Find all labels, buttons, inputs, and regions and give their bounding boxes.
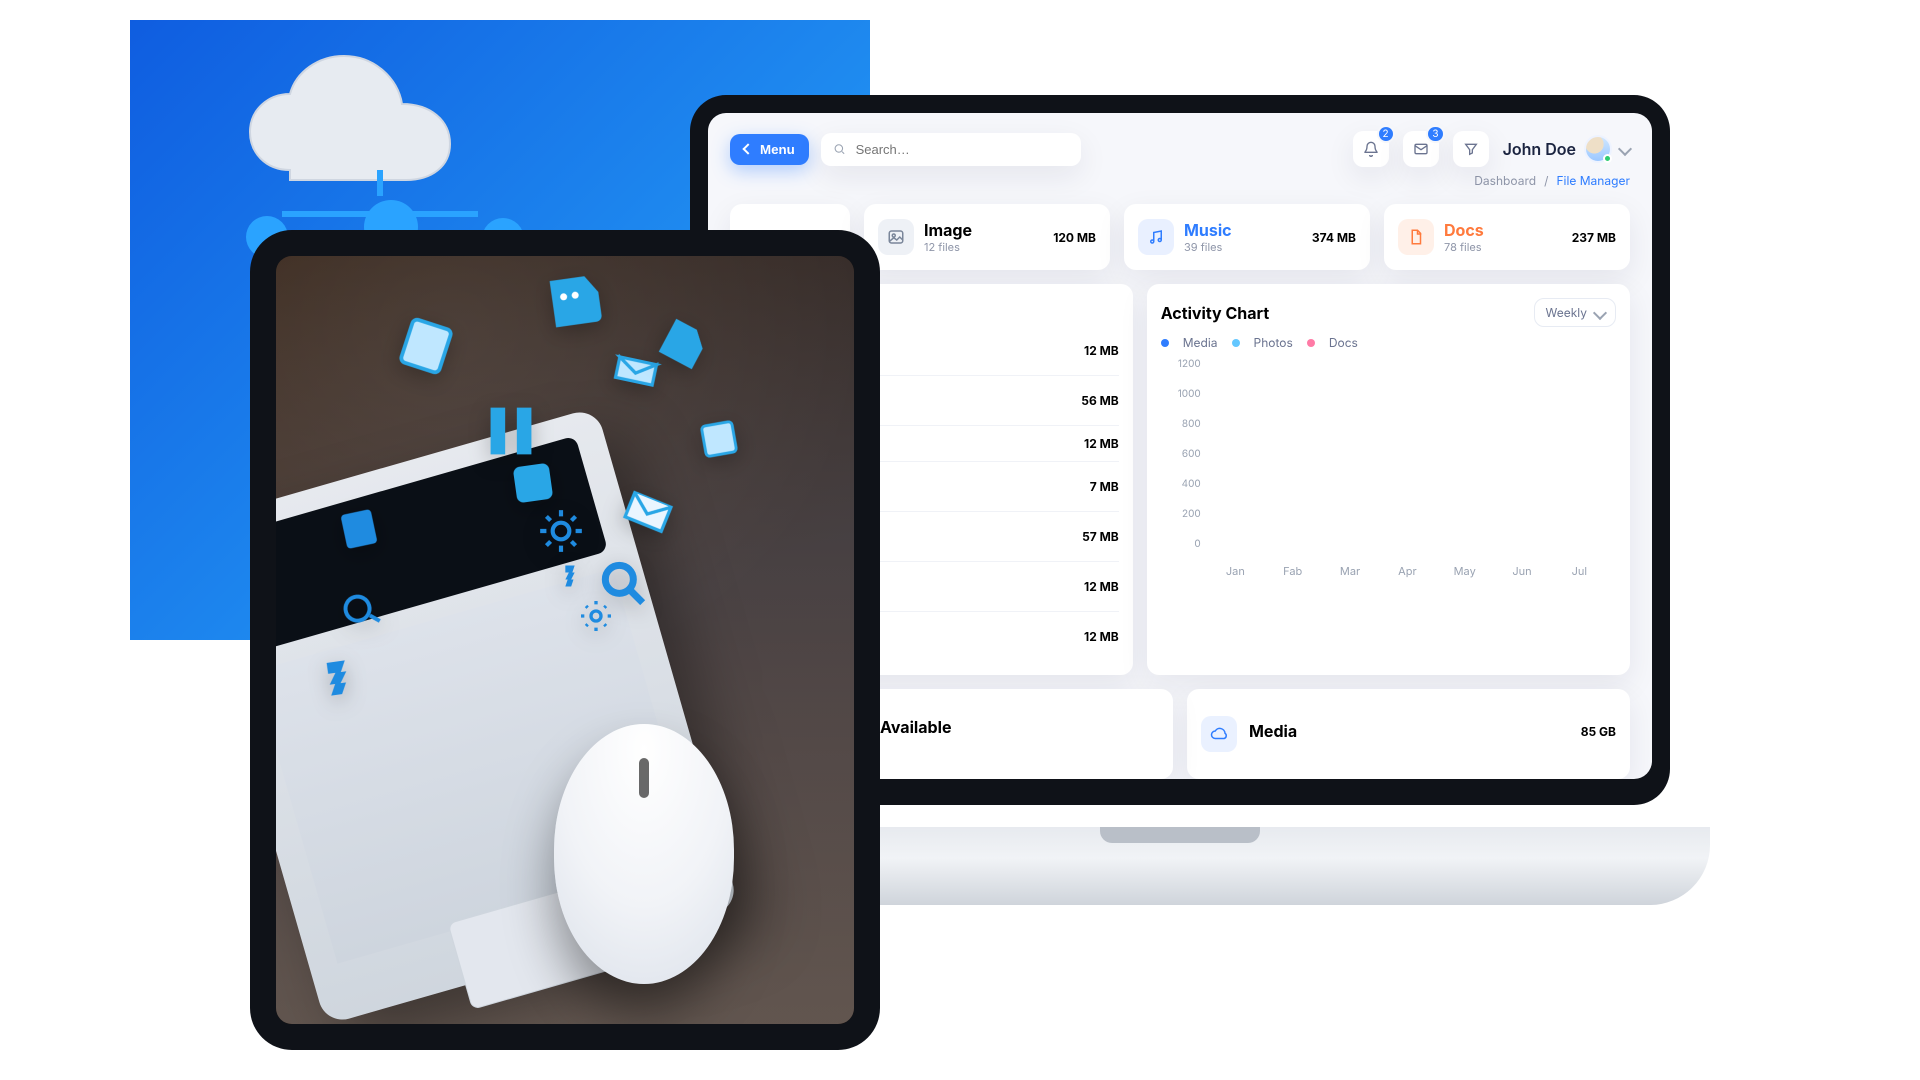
file-size: 12 MB [1084, 436, 1119, 451]
card-name: Image [924, 220, 972, 240]
card-size: 374 MB [1312, 230, 1356, 245]
file-size: 12 MB [1084, 579, 1119, 594]
card-image[interactable]: Image12 files 120 MB [864, 204, 1110, 270]
file-size: 12 MB [1084, 629, 1119, 644]
card-sub: 39 files [1184, 240, 1232, 254]
card-size: 237 MB [1572, 230, 1616, 245]
activity-panel: Activity Chart Weekly Media Photos Docs [1147, 284, 1630, 675]
cloud-illustration [230, 50, 530, 250]
legend-media: Media [1183, 335, 1218, 350]
card-name: Docs [1444, 220, 1484, 240]
media-value: 85 GB [1581, 724, 1616, 739]
activity-title: Activity Chart [1161, 303, 1270, 323]
file-size: 57 MB [1082, 529, 1119, 544]
music-icon [1138, 219, 1174, 255]
mail-icon [1413, 141, 1429, 157]
card-name: Music [1184, 220, 1232, 240]
legend-dot-media [1161, 339, 1169, 347]
topbar: Menu 2 3 [730, 131, 1630, 167]
avatar [1584, 135, 1612, 163]
breadcrumb: Dashboard / File Manager [730, 173, 1630, 188]
range-select[interactable]: Weekly [1534, 298, 1616, 327]
legend: Media Photos Docs [1161, 335, 1616, 350]
chevron-down-icon [1593, 305, 1607, 319]
media-title: Media [1249, 721, 1297, 741]
user-name: John Doe [1503, 139, 1576, 159]
search-input-wrap[interactable] [821, 133, 1081, 166]
file-size: 12 MB [1084, 343, 1119, 358]
media-card: Media 85 GB [1187, 689, 1630, 779]
laptop-notch [1100, 827, 1260, 843]
topbar-right: 2 3 John Doe [1353, 131, 1630, 167]
mouse-icon [554, 724, 734, 984]
tablet-frame [250, 230, 880, 1050]
card-docs[interactable]: Docs78 files 237 MB [1384, 204, 1630, 270]
bell-icon [1363, 141, 1379, 157]
docs-icon [1398, 219, 1434, 255]
notif-badge: 2 [1377, 125, 1395, 143]
breadcrumb-root[interactable]: Dashboard [1474, 173, 1536, 188]
image-icon [878, 219, 914, 255]
activity-chart: 120010008006004002000 JanFabMarAprMayJun… [1161, 358, 1616, 578]
card-size: 120 MB [1053, 230, 1096, 245]
legend-docs: Docs [1329, 335, 1358, 350]
filter-icon [1463, 141, 1479, 157]
mail-badge: 3 [1426, 125, 1444, 143]
menu-button[interactable]: Menu [730, 134, 809, 165]
menu-label: Menu [760, 142, 795, 157]
range-label: Weekly [1545, 305, 1587, 320]
tablet-scene [276, 256, 854, 1024]
card-sub: 78 files [1444, 240, 1484, 254]
presence-dot-icon [1603, 154, 1612, 163]
cloud-icon [1201, 716, 1237, 752]
user-menu[interactable]: John Doe [1503, 135, 1630, 163]
file-size: 56 MB [1081, 393, 1118, 408]
breadcrumb-current[interactable]: File Manager [1556, 173, 1630, 188]
chevron-left-icon [742, 143, 753, 154]
mail-button[interactable]: 3 [1403, 131, 1439, 167]
breadcrumb-sep: / [1544, 173, 1548, 188]
storage-label: Available [880, 717, 952, 737]
legend-photos: Photos [1254, 335, 1293, 350]
card-sub: 12 files [924, 240, 972, 254]
filter-button[interactable] [1453, 131, 1489, 167]
search-icon [833, 142, 846, 156]
card-music[interactable]: Music39 files 374 MB [1124, 204, 1370, 270]
legend-dot-photos [1232, 339, 1240, 347]
notifications-button[interactable]: 2 [1353, 131, 1389, 167]
search-input[interactable] [854, 141, 1069, 158]
legend-dot-docs [1307, 339, 1315, 347]
chevron-down-icon [1618, 142, 1632, 156]
file-size: 7 MB [1090, 479, 1119, 494]
